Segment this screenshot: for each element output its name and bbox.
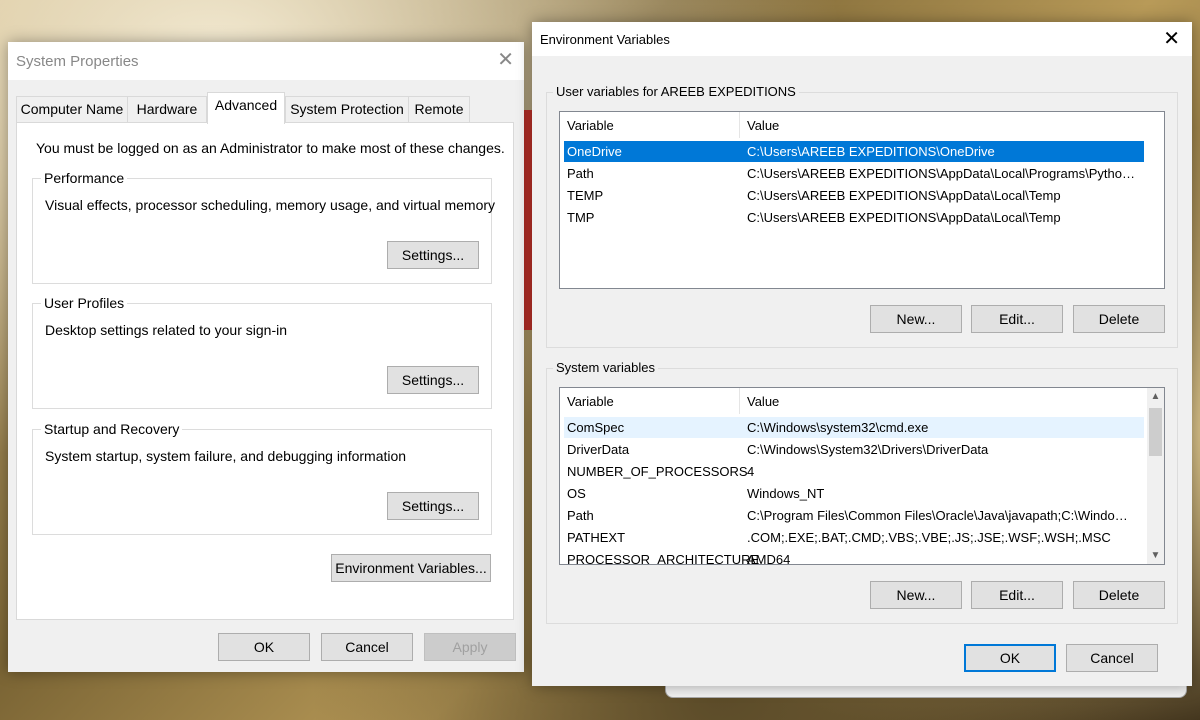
column-header-value[interactable]: Value: [747, 118, 779, 133]
variable-name: OneDrive: [567, 144, 622, 159]
list-item[interactable]: PATHEXT .COM;.EXE;.BAT;.CMD;.VBS;.VBE;.J…: [564, 527, 1144, 548]
tab-advanced[interactable]: Advanced: [207, 92, 285, 124]
column-separator[interactable]: [739, 112, 740, 138]
performance-group: Performance Visual effects, processor sc…: [32, 170, 496, 284]
list-item[interactable]: DriverData C:\Windows\System32\Drivers\D…: [564, 439, 1144, 460]
group-description: Visual effects, processor scheduling, me…: [45, 197, 496, 213]
column-separator[interactable]: [739, 388, 740, 414]
variable-name: NUMBER_OF_PROCESSORS: [567, 464, 748, 479]
system-properties-dialog: System Properties ✕ Computer Name Hardwa…: [8, 42, 524, 672]
cancel-button[interactable]: Cancel: [1066, 644, 1158, 672]
user-new-button[interactable]: New...: [870, 305, 962, 333]
window-title: System Properties: [16, 53, 139, 70]
system-variables-list[interactable]: Variable Value ComSpec C:\Windows\system…: [559, 387, 1165, 565]
variable-value: 4: [747, 464, 755, 479]
system-variables-group: System variables Variable Value ComSpec …: [546, 360, 1178, 624]
ok-button[interactable]: OK: [218, 633, 310, 661]
user-variables-group: User variables for AREEB EXPEDITIONS Var…: [546, 84, 1178, 348]
user-variables-list[interactable]: Variable Value OneDrive C:\Users\AREEB E…: [559, 111, 1165, 289]
variable-value: C:\Program Files\Common Files\Oracle\Jav…: [747, 508, 1137, 523]
system-new-button[interactable]: New...: [870, 581, 962, 609]
variable-value: C:\Users\AREEB EXPEDITIONS\AppData\Local…: [747, 188, 1061, 203]
variable-name: DriverData: [567, 442, 630, 457]
system-delete-button[interactable]: Delete: [1073, 581, 1165, 609]
column-header-value[interactable]: Value: [747, 394, 779, 409]
list-item[interactable]: ComSpec C:\Windows\system32\cmd.exe: [564, 417, 1144, 438]
startup-recovery-group: Startup and Recovery System startup, sys…: [32, 421, 492, 535]
variable-value: .COM;.EXE;.BAT;.CMD;.VBS;.VBE;.JS;.JSE;.…: [747, 530, 1111, 545]
list-item[interactable]: TMP C:\Users\AREEB EXPEDITIONS\AppData\L…: [564, 207, 1144, 228]
variable-value: C:\Windows\system32\cmd.exe: [747, 420, 929, 435]
column-header-variable[interactable]: Variable: [567, 394, 614, 409]
group-legend: System variables: [553, 360, 658, 375]
close-icon[interactable]: ✕: [1163, 29, 1180, 49]
variable-name: TEMP: [567, 188, 604, 203]
tab-computer-name[interactable]: Computer Name: [16, 96, 128, 122]
user-profiles-group: User Profiles Desktop settings related t…: [32, 295, 492, 409]
environment-variables-button[interactable]: Environment Variables...: [331, 554, 491, 582]
environment-variables-dialog: Environment Variables ✕ User variables f…: [532, 22, 1192, 686]
tab-system-protection[interactable]: System Protection: [285, 96, 409, 122]
group-description: System startup, system failure, and debu…: [45, 448, 407, 464]
group-description: Desktop settings related to your sign-in: [45, 322, 288, 338]
close-icon[interactable]: ✕: [497, 50, 514, 70]
column-header-variable[interactable]: Variable: [567, 118, 614, 133]
system-edit-button[interactable]: Edit...: [971, 581, 1063, 609]
vertical-scrollbar[interactable]: ▲ ▼: [1147, 388, 1164, 564]
variable-value: Windows_NT: [747, 486, 825, 501]
list-header: Variable Value: [560, 388, 1164, 414]
variable-name: ComSpec: [567, 420, 625, 435]
user-edit-button[interactable]: Edit...: [971, 305, 1063, 333]
scrollbar-thumb[interactable]: [1149, 408, 1162, 456]
chevron-up-icon[interactable]: ▲: [1147, 388, 1164, 405]
window-title: Environment Variables: [540, 32, 670, 47]
variable-name: Path: [567, 508, 594, 523]
group-legend: Performance: [41, 170, 128, 186]
group-legend: User Profiles: [41, 295, 128, 311]
variable-name: PATHEXT: [567, 530, 626, 545]
apply-button[interactable]: Apply: [424, 633, 516, 661]
startup-recovery-settings-button[interactable]: Settings...: [387, 492, 479, 520]
chevron-down-icon[interactable]: ▼: [1147, 547, 1164, 564]
title-bar: Environment Variables ✕: [532, 22, 1192, 56]
list-item[interactable]: OneDrive C:\Users\AREEB EXPEDITIONS\OneD…: [564, 141, 1144, 162]
variable-value: C:\Windows\System32\Drivers\DriverData: [747, 442, 989, 457]
variable-name: OS: [567, 486, 586, 501]
variable-name: PROCESSOR_ARCHITECTURE: [567, 552, 760, 565]
list-item[interactable]: Path C:\Users\AREEB EXPEDITIONS\AppData\…: [564, 163, 1144, 184]
list-item[interactable]: Path C:\Program Files\Common Files\Oracl…: [564, 505, 1144, 526]
group-legend: Startup and Recovery: [41, 421, 183, 437]
variable-value: C:\Users\AREEB EXPEDITIONS\AppData\Local…: [747, 166, 1137, 181]
performance-settings-button[interactable]: Settings...: [387, 241, 479, 269]
user-profiles-settings-button[interactable]: Settings...: [387, 366, 479, 394]
tab-hardware[interactable]: Hardware: [127, 96, 207, 122]
tab-remote[interactable]: Remote: [408, 96, 470, 122]
ok-button[interactable]: OK: [964, 644, 1056, 672]
list-item[interactable]: OS Windows_NT: [564, 483, 1144, 504]
variable-name: TMP: [567, 210, 595, 225]
group-legend: User variables for AREEB EXPEDITIONS: [553, 84, 799, 99]
admin-note: You must be logged on as an Administrato…: [36, 140, 505, 156]
list-item[interactable]: PROCESSOR_ARCHITECTURE AMD64: [564, 549, 1144, 565]
list-item[interactable]: NUMBER_OF_PROCESSORS 4: [564, 461, 1144, 482]
variable-name: Path: [567, 166, 594, 181]
variable-value: AMD64: [747, 552, 791, 565]
title-bar: System Properties ✕: [8, 42, 524, 80]
list-header: Variable Value: [560, 112, 1164, 138]
cancel-button[interactable]: Cancel: [321, 633, 413, 661]
list-item[interactable]: TEMP C:\Users\AREEB EXPEDITIONS\AppData\…: [564, 185, 1144, 206]
variable-value: C:\Users\AREEB EXPEDITIONS\AppData\Local…: [747, 210, 1061, 225]
variable-value: C:\Users\AREEB EXPEDITIONS\OneDrive: [747, 144, 995, 159]
user-delete-button[interactable]: Delete: [1073, 305, 1165, 333]
